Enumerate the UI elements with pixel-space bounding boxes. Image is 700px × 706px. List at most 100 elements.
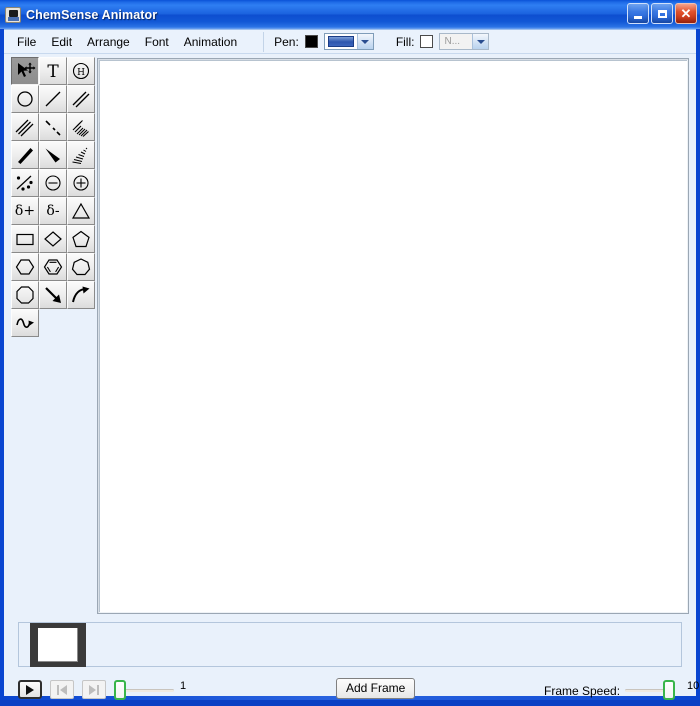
frame-speed-slider-thumb[interactable] xyxy=(663,680,675,700)
dashed-bond-tool[interactable] xyxy=(39,113,67,141)
frame-slider-thumb[interactable] xyxy=(114,680,126,700)
svg-text:H: H xyxy=(77,68,85,78)
bold-bond-tool[interactable] xyxy=(11,141,39,169)
wedge-bond-tool[interactable] xyxy=(39,141,67,169)
triangle-icon xyxy=(70,200,92,222)
fill-style-preview: N... xyxy=(440,34,473,49)
hashed-bond-icon xyxy=(70,116,92,138)
title-bar[interactable]: ChemSense Animator ✕ xyxy=(0,0,700,29)
transport-bar: 1 Add Frame Frame Speed: 10 xyxy=(4,674,700,706)
previous-icon xyxy=(57,684,59,695)
menu-item-arrange[interactable]: Arrange xyxy=(80,33,137,51)
text-T-icon: T xyxy=(42,60,64,82)
diamond-icon xyxy=(42,228,64,250)
curved-arrow-icon xyxy=(70,284,92,306)
filmstrip-panel[interactable] xyxy=(18,622,682,667)
pen-style-combo[interactable] xyxy=(323,33,374,50)
rectangle-icon xyxy=(14,228,36,250)
circle-tool[interactable] xyxy=(11,85,39,113)
triangle-tool[interactable] xyxy=(67,197,95,225)
fill-style-value: N... xyxy=(444,36,461,47)
frame-slider[interactable] xyxy=(114,679,174,701)
frame-speed-value: 10 xyxy=(687,680,700,692)
fill-style-combo[interactable]: N... xyxy=(439,33,490,50)
arrow-move-icon xyxy=(14,60,36,82)
single-bond-tool[interactable] xyxy=(39,85,67,113)
hash-wedge-tool[interactable] xyxy=(67,141,95,169)
double-bond-tool[interactable] xyxy=(67,85,95,113)
minimize-button[interactable] xyxy=(627,3,649,24)
pentagon-icon xyxy=(70,228,92,250)
previous-frame-button[interactable] xyxy=(50,680,74,699)
diamond-tool[interactable] xyxy=(39,225,67,253)
svg-text:T: T xyxy=(47,62,59,82)
rectangle-tool[interactable] xyxy=(11,225,39,253)
octagon-tool[interactable] xyxy=(11,281,39,309)
maximize-icon xyxy=(657,9,667,18)
hexagon-tool[interactable] xyxy=(11,253,39,281)
circled-H-icon: H xyxy=(70,60,92,82)
frame-thumbnail[interactable] xyxy=(30,623,86,667)
tool-palette: T Hδ+ δ- xyxy=(11,57,95,337)
maximize-button[interactable] xyxy=(651,3,673,24)
chevron-down-icon xyxy=(472,34,489,49)
atom-label-tool[interactable]: H xyxy=(67,57,95,85)
canvas-surface[interactable] xyxy=(99,60,687,612)
text-tool[interactable]: T xyxy=(39,57,67,85)
close-button[interactable]: ✕ xyxy=(675,3,697,24)
drawing-canvas[interactable] xyxy=(97,58,689,614)
frame-speed-slider[interactable] xyxy=(625,679,680,701)
toolbar-separator xyxy=(263,31,265,52)
close-icon: ✕ xyxy=(680,5,692,21)
negative-charge-tool[interactable] xyxy=(39,169,67,197)
pen-label: Pen: xyxy=(274,34,299,49)
straight-arrow-tool[interactable] xyxy=(39,281,67,309)
delta-plus-icon: δ+ xyxy=(14,203,36,219)
select-move-tool[interactable] xyxy=(11,57,39,85)
menu-item-font[interactable]: Font xyxy=(138,33,176,51)
menu-item-file[interactable]: File xyxy=(10,33,43,51)
menu-item-edit[interactable]: Edit xyxy=(44,33,79,51)
pen-color-swatch[interactable] xyxy=(304,35,318,48)
pen-style-preview xyxy=(324,34,357,49)
positive-charge-tool[interactable] xyxy=(67,169,95,197)
pentagon-tool[interactable] xyxy=(67,225,95,253)
wavy-arrow-tool[interactable] xyxy=(11,309,39,337)
play-icon xyxy=(26,684,34,695)
single-line-icon xyxy=(42,88,64,110)
octagon-icon xyxy=(14,284,36,306)
frame-thumbnail-page xyxy=(38,628,78,662)
frame-slider-value: 1 xyxy=(180,680,187,692)
hexagon-icon xyxy=(14,256,36,278)
bold-bond-icon xyxy=(14,144,36,166)
electron-dots-icon xyxy=(14,172,36,194)
delta-minus-icon: δ- xyxy=(46,203,60,219)
sparkle-tool[interactable] xyxy=(11,169,39,197)
play-button[interactable] xyxy=(18,680,42,699)
curved-arrow-tool[interactable] xyxy=(67,281,95,309)
delta-plus-tool[interactable]: δ+ xyxy=(11,197,39,225)
chevron-down-icon xyxy=(356,34,373,49)
benzene-ring-tool[interactable] xyxy=(39,253,67,281)
heptagon-icon xyxy=(70,256,92,278)
delta-minus-tool[interactable]: δ- xyxy=(39,197,67,225)
hash-bond-tool[interactable] xyxy=(67,113,95,141)
benzene-ring-icon xyxy=(42,256,64,278)
add-frame-button[interactable]: Add Frame xyxy=(336,678,416,700)
triple-bond-tool[interactable] xyxy=(11,113,39,141)
fill-color-swatch[interactable] xyxy=(420,35,434,48)
window-title: ChemSense Animator xyxy=(26,7,158,22)
frame-speed-label: Frame Speed: xyxy=(544,684,621,698)
frame-slider-track xyxy=(118,689,174,692)
menu-item-animation[interactable]: Animation xyxy=(177,33,244,51)
minimize-icon xyxy=(634,15,642,19)
minus-circle-icon xyxy=(42,172,64,194)
triple-line-icon xyxy=(14,116,36,138)
hashed-wedge-icon xyxy=(70,144,92,166)
solid-wedge-icon xyxy=(42,144,64,166)
next-frame-button[interactable] xyxy=(82,680,106,699)
application-window: ChemSense Animator ✕ File Edit Arrange F… xyxy=(0,0,700,700)
heptagon-tool[interactable] xyxy=(67,253,95,281)
client-area: File Edit Arrange Font Animation Pen: Fi… xyxy=(4,29,699,700)
straight-arrow-icon xyxy=(42,284,64,306)
